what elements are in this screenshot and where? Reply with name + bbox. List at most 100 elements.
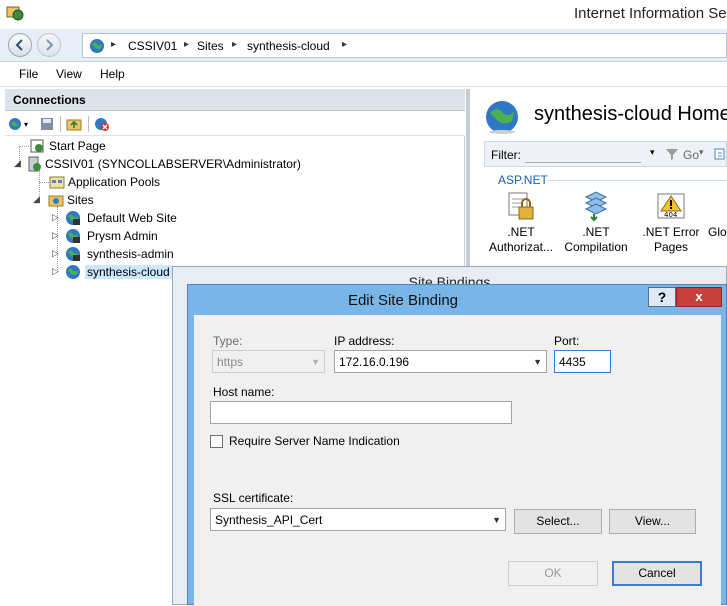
folder-icon: [48, 195, 64, 207]
tree-line: [19, 146, 29, 147]
menu-file[interactable]: File: [19, 67, 38, 81]
breadcrumb-sites[interactable]: Sites: [197, 39, 224, 53]
port-input[interactable]: 4435: [554, 350, 611, 373]
feature-label: Authorizat...: [488, 240, 554, 254]
ip-address-select[interactable]: 172.16.0.196 ▼: [334, 350, 547, 373]
chevron-right-icon: ▸: [111, 39, 117, 50]
type-label: Type:: [213, 334, 243, 348]
globalization-icon: [708, 189, 727, 223]
host-name-input[interactable]: [210, 401, 512, 424]
connections-toolbar: ▾: [5, 112, 465, 136]
connections-title: Connections: [13, 93, 86, 107]
ssl-certificate-select[interactable]: Synthesis_API_Cert ▼: [210, 508, 506, 531]
select-button[interactable]: Select...: [514, 509, 602, 534]
title-bar: Internet Information Se: [0, 0, 727, 29]
expand-arrow-icon[interactable]: ▷: [52, 266, 61, 276]
show-all-icon[interactable]: [714, 147, 727, 161]
tree-label: Application Pools: [68, 175, 161, 189]
error-page-icon: 404: [657, 193, 685, 219]
feature-label: Compilation: [564, 240, 628, 254]
feature-label: .NET Error: [642, 225, 700, 239]
ip-address-value: 172.16.0.196: [339, 355, 410, 369]
expand-arrow-icon[interactable]: ▷: [52, 212, 61, 222]
ssl-certificate-value: Synthesis_API_Cert: [215, 513, 323, 527]
address-bar: ▸ CSSIV01 ▸ Sites ▸ synthesis-cloud ▸: [0, 29, 727, 62]
folder-up-icon[interactable]: [66, 116, 82, 132]
group-divider: [548, 180, 727, 181]
collapse-arrow-icon[interactable]: ◢: [14, 158, 23, 168]
breadcrumb[interactable]: ▸ CSSIV01 ▸ Sites ▸ synthesis-cloud ▸: [82, 33, 727, 58]
feature-label: .NET: [582, 225, 610, 239]
arrow-right-icon: [46, 39, 54, 51]
port-label: Port:: [554, 334, 580, 348]
tree-label: synthesis-cloud: [85, 265, 172, 279]
sni-label[interactable]: Require Server Name Indication: [229, 434, 400, 448]
cancel-button[interactable]: Cancel: [612, 561, 702, 586]
collapse-arrow-icon[interactable]: ◢: [33, 194, 42, 204]
app-pools-icon: [49, 176, 65, 189]
help-button[interactable]: ?: [648, 287, 676, 307]
feature-net-error-pages[interactable]: 404 .NET Error Pages: [636, 189, 706, 255]
funnel-icon[interactable]: [665, 147, 679, 161]
site-globe-icon: [66, 229, 80, 243]
view-button[interactable]: View...: [609, 509, 696, 534]
feature-label: Pages: [653, 240, 689, 254]
menu-view[interactable]: View: [56, 67, 82, 81]
tree-label: Default Web Site: [87, 211, 177, 225]
menu-bar: File View Help: [0, 62, 727, 87]
close-button[interactable]: x: [676, 287, 722, 307]
filter-input[interactable]: [525, 146, 641, 163]
feature-label: Glo: [708, 225, 727, 239]
feature-net-compilation[interactable]: .NET Compilation: [561, 189, 631, 255]
ssl-certificate-label: SSL certificate:: [213, 491, 294, 505]
chevron-right-icon: ▸: [184, 39, 190, 50]
sni-checkbox[interactable]: [210, 435, 223, 448]
ok-button[interactable]: OK: [508, 561, 598, 586]
chevron-down-icon[interactable]: ▼: [533, 357, 542, 367]
toolbar-separator: [88, 116, 89, 132]
page-title: synthesis-cloud Home: [534, 103, 727, 125]
disconnect-icon[interactable]: [94, 116, 110, 132]
start-page-icon: [30, 139, 44, 153]
server-icon: [28, 156, 41, 172]
compilation-icon: [584, 191, 608, 222]
chevron-down-icon: ▼: [311, 357, 320, 367]
tree-label: Start Page: [49, 139, 106, 153]
dialog-body: Type: https ▼ IP address: 172.16.0.196 ▼…: [194, 315, 721, 606]
breadcrumb-server[interactable]: CSSIV01: [128, 39, 177, 53]
site-globe-icon: [66, 265, 80, 279]
site-globe-icon: [66, 247, 80, 261]
menu-help[interactable]: Help: [100, 67, 125, 81]
feature-globalization[interactable]: Glo: [708, 189, 727, 240]
feature-net-authorization[interactable]: .NET Authorizat...: [486, 189, 556, 255]
type-value: https: [217, 355, 244, 369]
expand-arrow-icon[interactable]: ▷: [52, 248, 61, 258]
group-header: ASP.NET: [498, 173, 548, 187]
chevron-down-icon[interactable]: ▾: [699, 147, 704, 158]
expand-arrow-icon[interactable]: ▷: [52, 230, 61, 240]
site-globe-icon: [486, 101, 518, 134]
authorization-icon: [508, 192, 534, 220]
feature-label: .NET: [507, 225, 535, 239]
tree-label: Sites: [67, 193, 94, 207]
go-button[interactable]: Go: [683, 148, 699, 162]
chevron-right-icon: ▸: [342, 39, 348, 50]
tree-label: synthesis-admin: [87, 247, 174, 261]
chevron-down-icon[interactable]: ▼: [492, 515, 501, 525]
chevron-right-icon: ▸: [232, 39, 238, 50]
dialog-title: Edit Site Binding: [347, 292, 459, 309]
chevron-down-icon[interactable]: ▾: [650, 147, 655, 158]
filter-bar: Filter: ▾ Go ▾ S: [484, 141, 727, 167]
arrow-left-icon: [15, 39, 23, 51]
chevron-down-icon[interactable]: ▾: [24, 120, 40, 136]
tree-label: CSSIV01 (SYNCOLLABSERVER\Administrator): [45, 157, 301, 171]
connect-globe-icon[interactable]: [8, 116, 24, 132]
breadcrumb-site[interactable]: synthesis-cloud: [247, 39, 330, 53]
tree-line: [39, 182, 49, 183]
type-select: https ▼: [212, 350, 325, 373]
tree-label: Prysm Admin: [87, 229, 158, 243]
toolbar-separator: [60, 116, 61, 132]
forward-button[interactable]: [37, 33, 61, 57]
save-icon[interactable]: [39, 116, 55, 132]
back-button[interactable]: [8, 33, 32, 57]
